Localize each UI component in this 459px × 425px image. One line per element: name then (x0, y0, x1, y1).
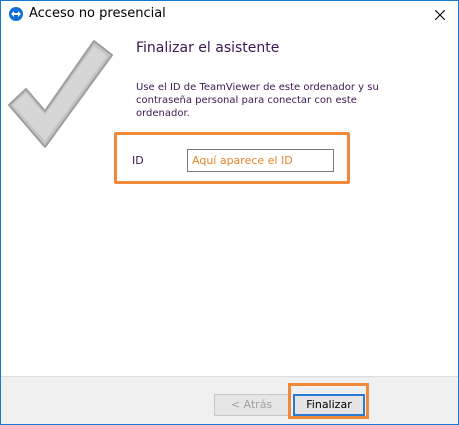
teamviewer-icon (9, 7, 23, 21)
title-bar: Acceso no presencial (1, 1, 458, 29)
close-button[interactable] (422, 1, 458, 29)
finish-button[interactable]: Finalizar (293, 394, 365, 416)
wizard-window: Acceso no presencial Finalizar el asiste… (0, 0, 459, 425)
back-button[interactable]: < Atrás (214, 394, 289, 416)
id-field-value: Aquí aparece el ID (192, 154, 293, 167)
window-title: Acceso no presencial (29, 6, 166, 21)
page-title: Finalizar el asistente (136, 40, 280, 56)
close-icon (435, 10, 445, 20)
id-field[interactable]: Aquí aparece el ID (187, 149, 334, 172)
description-text: Use el ID de TeamViewer de este ordenado… (136, 82, 379, 119)
id-label: ID (132, 154, 144, 167)
checkmark-icon (8, 40, 113, 148)
